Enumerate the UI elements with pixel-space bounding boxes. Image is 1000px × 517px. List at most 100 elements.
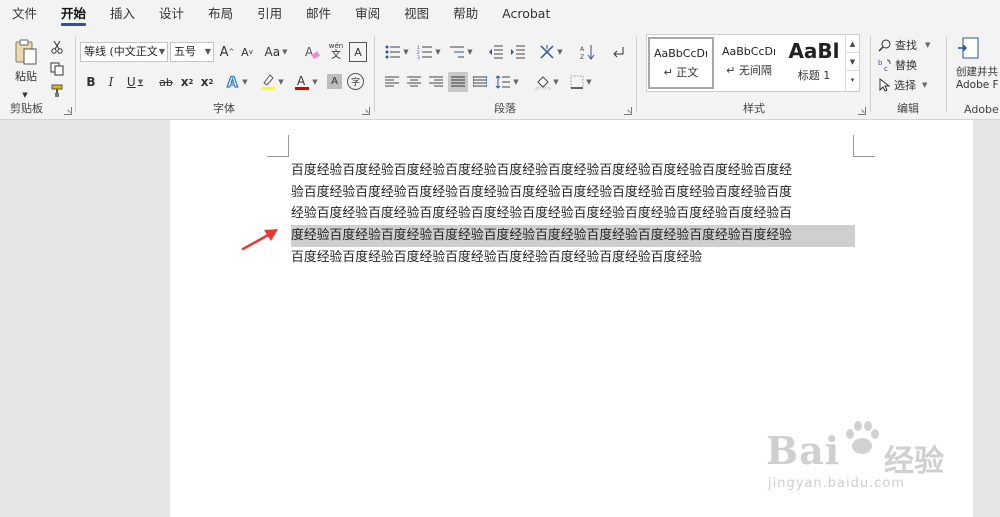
chevron-down-icon: ▼	[137, 78, 144, 86]
svg-text:b: b	[878, 59, 883, 67]
pdf-share-icon	[958, 37, 979, 58]
find-label: 查找	[895, 39, 917, 52]
cut-button[interactable]	[48, 38, 66, 56]
shading-button[interactable]: ▼	[532, 72, 562, 92]
highlight-button[interactable]: ▼	[258, 72, 286, 92]
clipboard-group-label: 剪贴板	[10, 102, 43, 115]
justify-button[interactable]	[448, 72, 468, 92]
char-border-button[interactable]: A	[349, 42, 367, 62]
text-effects-button[interactable]: A ▼	[224, 72, 250, 92]
tab-file[interactable]: 文件	[0, 0, 49, 28]
enclose-char-button[interactable]: 字	[347, 73, 364, 90]
chevron-down-icon: ▼	[922, 81, 928, 89]
chinese-layout-button[interactable]: ▼	[536, 42, 566, 62]
font-name-combo[interactable]: 等线 (中文正文 ▼	[80, 42, 168, 62]
document-paragraph[interactable]: 百度经验百度经验百度经验百度经验百度经验百度经验百度经验百度经验百度经验百度经 …	[291, 160, 855, 268]
change-case-label: Aa	[264, 45, 281, 59]
paste-label: 粘贴	[15, 70, 37, 83]
tab-mailings[interactable]: 邮件	[294, 0, 343, 28]
chevron-down-icon: ▼	[158, 47, 165, 56]
distributed-button[interactable]	[470, 72, 490, 92]
create-share-label-1: 创建并共	[956, 65, 998, 78]
decrease-indent-button[interactable]	[486, 42, 506, 62]
tab-review[interactable]: 审阅	[343, 0, 392, 28]
font-color-icon: A	[295, 74, 310, 90]
align-left-button[interactable]	[382, 72, 402, 92]
align-center-button[interactable]	[404, 72, 424, 92]
editing-group-label: 编辑	[897, 102, 919, 115]
highlighter-icon	[261, 74, 276, 90]
scissors-icon	[51, 40, 63, 54]
text-line[interactable]: 百度经验百度经验百度经验百度经验百度经验百度经验百度经验百度经验百度经验百度经	[291, 160, 855, 182]
copy-icon	[50, 62, 64, 76]
underline-button[interactable]: U ▼	[122, 72, 148, 92]
chevron-down-icon: ▼	[282, 48, 288, 56]
find-button[interactable]: 查找 ▼	[878, 36, 942, 54]
char-shading-button[interactable]: A	[327, 74, 342, 89]
tab-design[interactable]: 设计	[147, 0, 196, 28]
format-painter-button[interactable]	[48, 82, 66, 100]
strikethrough-label: ab	[159, 75, 173, 89]
styles-launcher-icon[interactable]	[858, 107, 866, 115]
tab-home[interactable]: 开始	[49, 0, 98, 28]
bullets-button[interactable]: ▼	[382, 42, 412, 62]
subscript-button[interactable]: x2	[178, 72, 196, 92]
phonetic-guide-button[interactable]: wén 文	[326, 40, 346, 62]
superscript-button[interactable]: x2	[198, 72, 216, 92]
copy-button[interactable]	[48, 60, 66, 78]
change-case-button[interactable]: Aa ▼	[262, 42, 290, 62]
multilevel-list-button[interactable]: ▼	[446, 42, 476, 62]
styles-group: 样式	[640, 32, 868, 118]
text-line[interactable]: 百度经验百度经验百度经验百度经验百度经验百度经验百度经验百度经验	[291, 247, 855, 269]
tab-view[interactable]: 视图	[392, 0, 441, 28]
paragraph-launcher-icon[interactable]	[624, 107, 632, 115]
grow-font-button[interactable]: A ^	[218, 42, 236, 62]
increase-indent-button[interactable]	[508, 42, 528, 62]
tab-layout[interactable]: 布局	[196, 0, 245, 28]
font-color-button[interactable]: A ▼	[292, 72, 320, 92]
strikethrough-button[interactable]: ab	[156, 72, 176, 92]
clipboard-launcher-icon[interactable]	[64, 107, 72, 115]
watermark-brand-latin: Bai	[766, 428, 841, 473]
paste-dropdown[interactable]: ▼	[18, 90, 32, 100]
svg-text:A: A	[580, 46, 585, 53]
subscript-label: x	[180, 75, 189, 89]
chevron-down-icon: ▼	[242, 78, 248, 86]
font-group-label: 字体	[213, 102, 235, 115]
font-launcher-icon[interactable]	[362, 107, 370, 115]
clear-format-button[interactable]: A	[302, 42, 322, 62]
cursor-icon	[879, 78, 890, 92]
align-right-button[interactable]	[426, 72, 446, 92]
borders-button[interactable]: ▼	[566, 72, 596, 92]
svg-text:c: c	[884, 65, 888, 72]
text-line[interactable]: 验百度经验百度经验百度经验百度经验百度经验百度经验百度经验百度经验百度经验百度	[291, 182, 855, 204]
tab-acrobat[interactable]: Acrobat	[490, 0, 562, 28]
clear-format-icon: A	[305, 45, 320, 60]
replace-button[interactable]: bc 替换	[878, 56, 942, 74]
paint-bucket-icon	[536, 76, 551, 90]
show-formatting-button[interactable]	[608, 42, 628, 62]
replace-label: 替换	[895, 59, 917, 72]
italic-button[interactable]: I	[102, 72, 120, 92]
align-right-icon	[429, 76, 443, 87]
svg-text:Z: Z	[580, 54, 584, 60]
line-spacing-button[interactable]: ▼	[492, 72, 522, 92]
text-line[interactable]: 经验百度经验百度经验百度经验百度经验百度经验百度经验百度经验百度经验百度经验百	[291, 203, 855, 225]
paste-button[interactable]: 粘贴	[8, 34, 44, 88]
svg-text:A: A	[227, 75, 238, 90]
separator	[636, 36, 637, 112]
shrink-font-button[interactable]: Av	[238, 42, 256, 62]
tab-references[interactable]: 引用	[245, 0, 294, 28]
font-size-combo[interactable]: 五号 ▼	[170, 42, 214, 62]
create-share-pdf-button[interactable]: 创建并共 Adobe F	[956, 34, 1000, 92]
red-arrow-icon	[241, 229, 278, 251]
numbering-button[interactable]: 123 ▼	[414, 42, 444, 62]
tab-help[interactable]: 帮助	[441, 0, 490, 28]
adobe-group: 创建并共 Adobe F Adobe	[948, 32, 1000, 118]
selected-text-line[interactable]: 度经验百度经验百度经验百度经验百度经验百度经验百度经验百度经验百度经验百度经验	[291, 225, 855, 247]
tab-insert[interactable]: 插入	[98, 0, 147, 28]
select-button[interactable]: 选择 ▼	[878, 76, 942, 94]
indent-icon	[511, 45, 525, 59]
sort-button[interactable]: AZ	[578, 42, 598, 62]
bold-button[interactable]: B	[82, 72, 100, 92]
